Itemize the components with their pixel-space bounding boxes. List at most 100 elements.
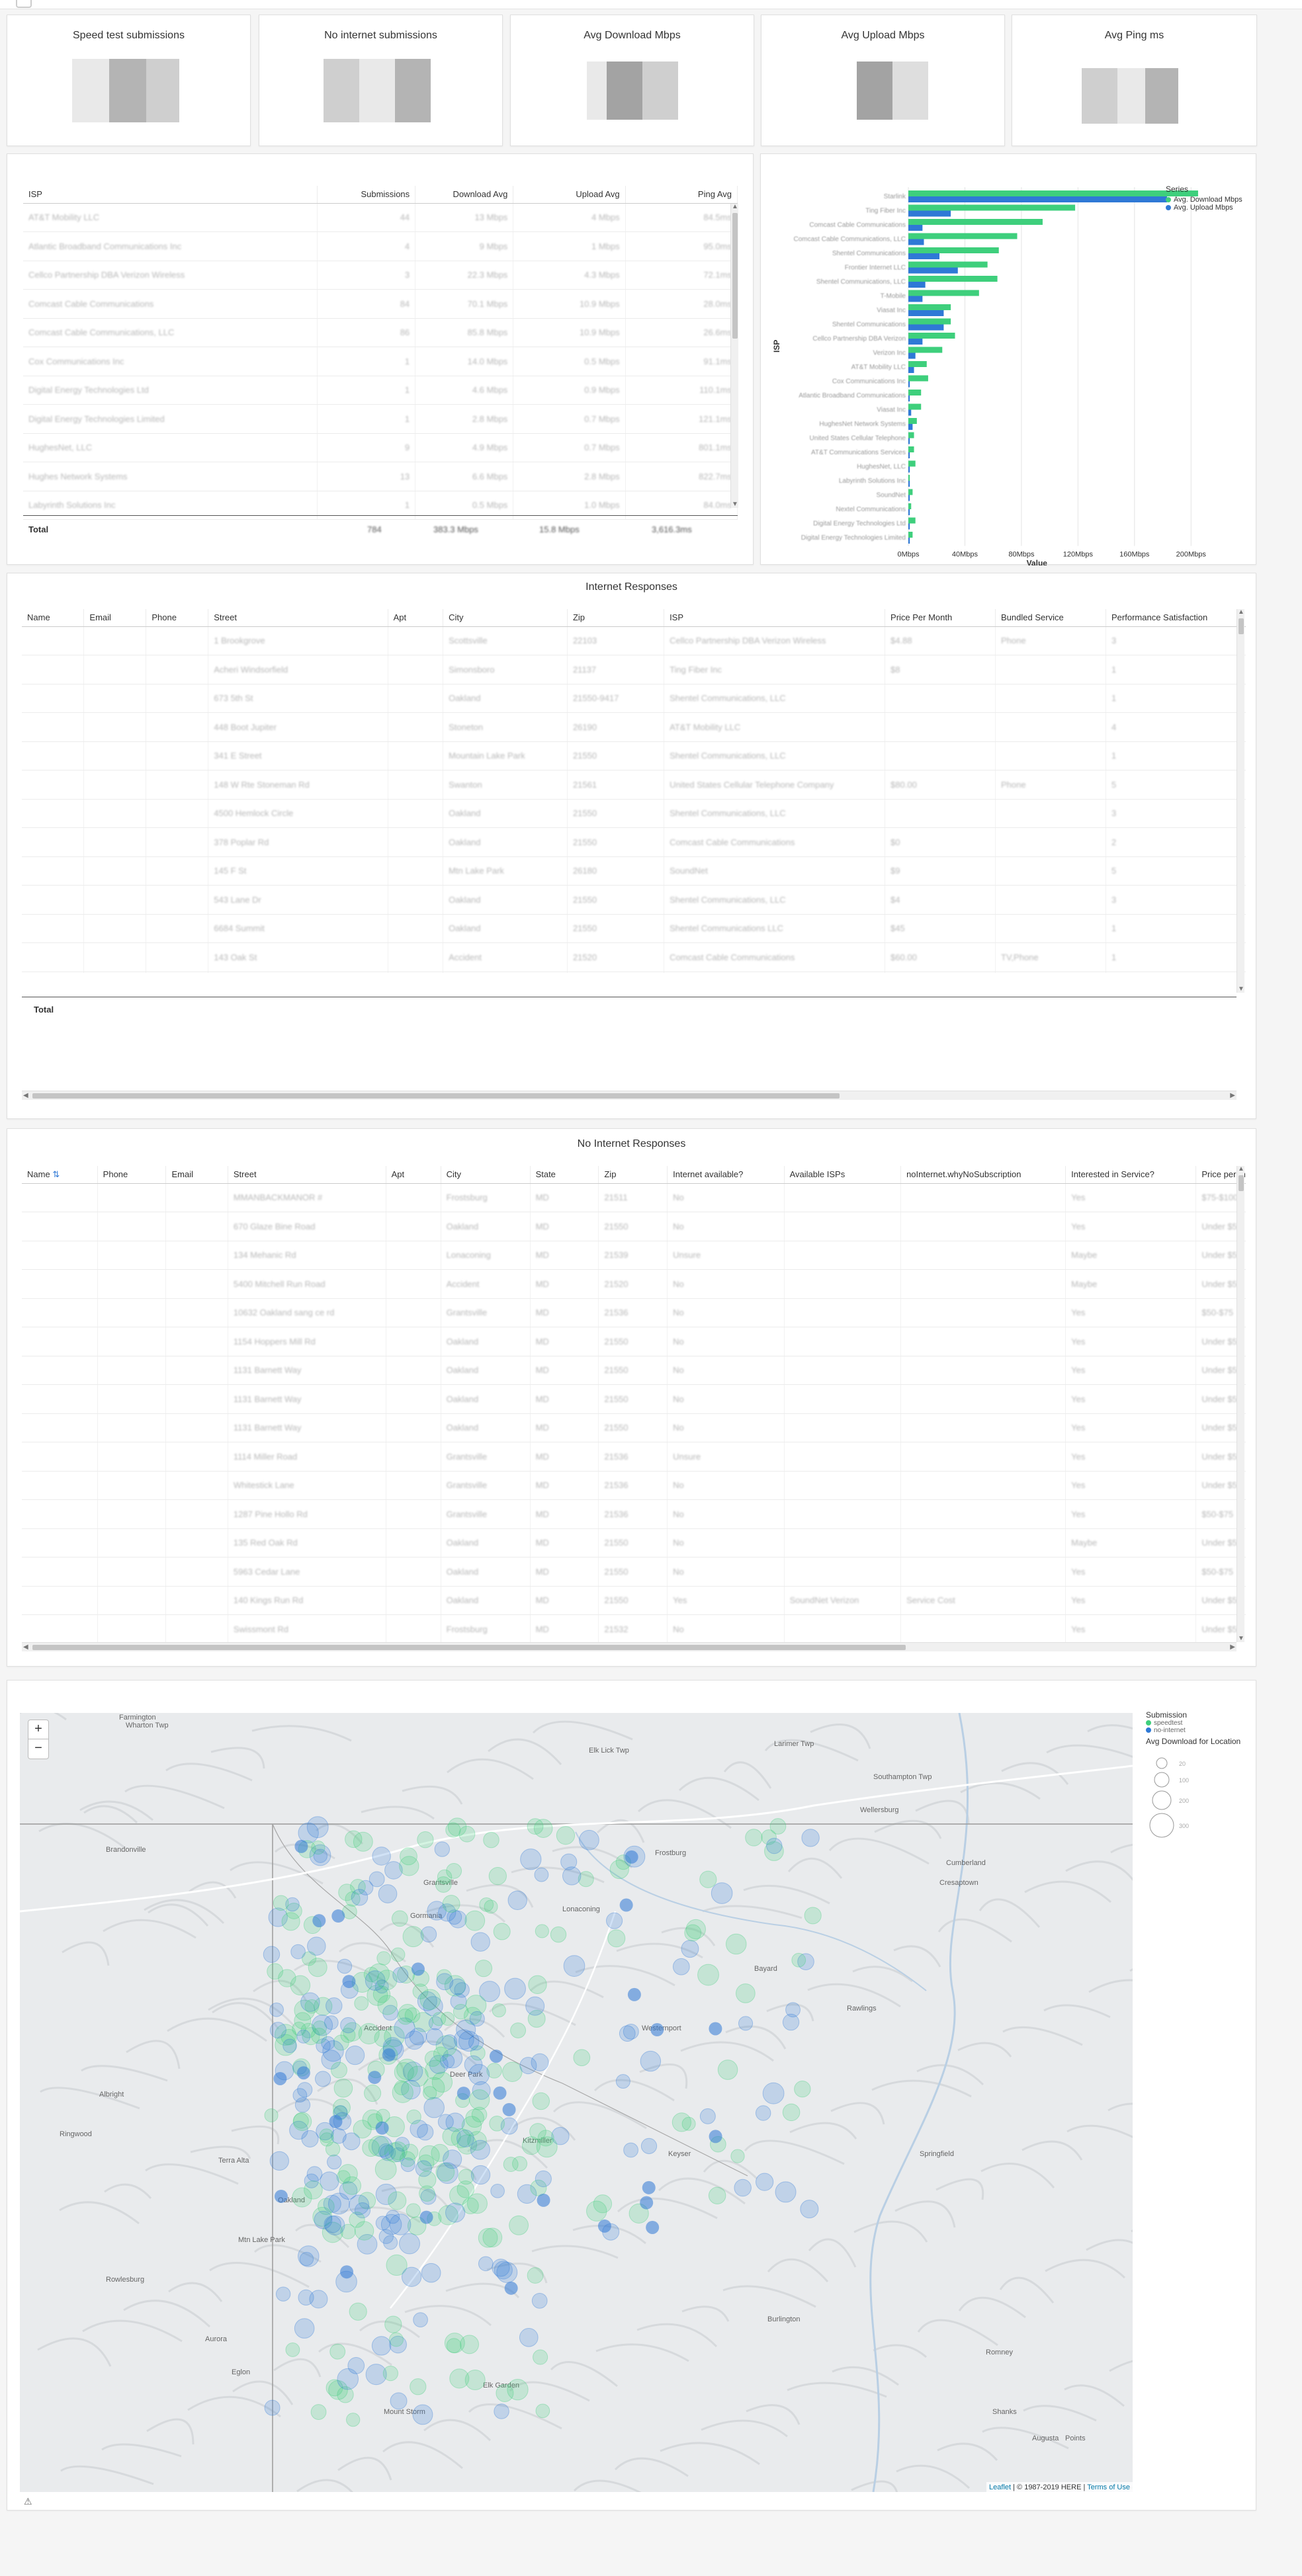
bar-upload[interactable] (908, 225, 923, 231)
scroll-down-icon[interactable]: ▼ (732, 501, 738, 508)
table-row[interactable]: 5963 Cedar Lane Oakland MD 21550 No Yes $50-$7… (22, 1557, 1246, 1587)
table-row[interactable]: 145 F StMtn Lake Park26180SoundNet$955 (22, 856, 1246, 886)
bar-upload[interactable] (908, 523, 910, 530)
column-header[interactable]: Download Avg (415, 186, 514, 204)
column-header[interactable]: State (530, 1166, 599, 1184)
bar-upload[interactable] (908, 538, 910, 544)
scroll-down-icon[interactable]: ▼ (1238, 1636, 1244, 1642)
isp-table-scrollbar[interactable]: ▲ ▼ (730, 204, 738, 508)
column-header[interactable]: ISP (664, 609, 886, 627)
column-header[interactable]: Email (165, 1166, 228, 1184)
column-header[interactable]: Phone (146, 609, 209, 627)
scroll-up-icon[interactable]: ▲ (1238, 609, 1244, 616)
bar-upload[interactable] (908, 282, 926, 288)
bar-download[interactable] (908, 233, 1018, 239)
bar-upload[interactable] (908, 395, 910, 401)
column-header[interactable]: Price Per Month (885, 609, 996, 627)
legend-item-no-internet[interactable]: no-internet (1146, 1727, 1240, 1734)
column-header[interactable]: Zip (598, 1166, 668, 1184)
table-row[interactable]: Digital Energy Technologies Limited 1 2.8 … (23, 404, 738, 434)
column-header[interactable]: Name (22, 609, 85, 627)
bar-download[interactable] (908, 361, 927, 367)
scroll-up-icon[interactable]: ▲ (1238, 1166, 1244, 1173)
bar-download[interactable] (908, 390, 922, 395)
no-internet-vscroll[interactable]: ▲ ▼ (1237, 1166, 1244, 1642)
bar-upload[interactable] (908, 466, 910, 473)
bar-download[interactable] (908, 247, 999, 253)
bar-upload[interactable] (908, 253, 939, 259)
scroll-up-icon[interactable]: ▲ (732, 204, 738, 210)
table-row[interactable]: 10632 Oakland sang ce rd Grantsville MD 215… (22, 1298, 1246, 1327)
bar-download[interactable] (908, 261, 988, 268)
submissions-map[interactable]: Farmington Wharton Twp Elk Lick Twp Larimer… (20, 1713, 1133, 2492)
bar-upload[interactable] (908, 210, 951, 217)
table-row[interactable]: Comcast Cable Communications, LLC 86 85.8 … (23, 318, 738, 347)
column-header[interactable]: noInternet.whyNoSubscription (900, 1166, 1066, 1184)
table-row[interactable]: 1 Brookgrove Scottsville 22103 Cellco Partn… (22, 626, 1246, 655)
bar-download[interactable] (908, 460, 916, 467)
bar-download[interactable] (908, 204, 1076, 211)
table-row[interactable]: 148 W Rte Stoneman Rd Swanton 21561 United … (22, 770, 1246, 800)
table-row[interactable]: Hughes Network Systems 13 6.6 Mbps 2.8 Mbps… (23, 462, 738, 491)
table-row[interactable]: Acheri Windsorfield Simonsboro 21137 Ting F… (22, 655, 1246, 685)
table-row[interactable]: 6684 Summit Oakland 21550 Shentel Communica… (22, 914, 1246, 943)
bar-upload[interactable] (908, 353, 916, 359)
table-row[interactable]: 1287 Pine Hollo Rd Grantsville MD 21536 No Ye… (22, 1499, 1246, 1529)
bar-upload[interactable] (908, 367, 914, 373)
bar-download[interactable] (908, 276, 998, 282)
bar-download[interactable] (908, 347, 943, 353)
table-row[interactable]: 1131 Barnett Way Oakland MD 21550 No Yes Under… (22, 1356, 1246, 1385)
bar-download[interactable] (908, 517, 916, 524)
bar-upload[interactable] (908, 495, 910, 501)
scroll-left-icon[interactable]: ◀ (23, 1644, 28, 1651)
column-header[interactable]: City (441, 1166, 531, 1184)
bar-download[interactable] (908, 432, 914, 438)
scroll-thumb[interactable] (732, 213, 738, 339)
table-row[interactable]: 1131 Barnett Way Oakland MD 21550 No Yes Under… (22, 1384, 1246, 1414)
bar-download[interactable] (908, 190, 1198, 196)
bar-upload[interactable] (908, 239, 924, 245)
zoom-out-button[interactable]: − (28, 1739, 49, 1759)
column-header[interactable]: Available ISPs (784, 1166, 902, 1184)
bar-download[interactable] (908, 446, 914, 452)
bar-upload[interactable] (908, 324, 944, 331)
scroll-thumb[interactable] (1238, 1175, 1244, 1191)
table-row[interactable]: AT&T Mobility LLC 44 13 Mbps 4 Mbps 84.5ms (23, 203, 738, 232)
bar-upload[interactable] (908, 196, 1167, 202)
table-row[interactable]: Cellco Partnership DBA Verizon Wireless 3… (23, 261, 738, 290)
column-header[interactable]: Phone (97, 1166, 167, 1184)
table-row[interactable]: 4500 Hemlock Circle Oakland 21550 Shentel C… (22, 799, 1246, 828)
terms-link[interactable]: Terms of Use (1087, 2483, 1130, 2491)
column-header[interactable]: Interested in Service? (1065, 1166, 1197, 1184)
scroll-down-icon[interactable]: ▼ (1238, 986, 1244, 993)
scroll-thumb[interactable] (32, 1093, 840, 1099)
table-row[interactable]: Digital Energy Technologies Ltd 1 4.6 Mbps… (23, 376, 738, 405)
sort-icon[interactable]: ⇅ (52, 1169, 60, 1179)
legend-item-speedtest[interactable]: speedtest (1146, 1720, 1240, 1727)
bar-download[interactable] (908, 375, 928, 382)
table-row[interactable]: 341 E Street Mountain Lake Park 21550 Shent… (22, 741, 1246, 770)
bar-download[interactable] (908, 489, 913, 495)
column-header[interactable]: Submissions (317, 186, 416, 204)
bar-upload[interactable] (908, 310, 944, 316)
bar-upload[interactable] (908, 296, 923, 302)
bar-download[interactable] (908, 318, 951, 325)
table-row[interactable]: 145 Oak Street Accident21520Comcast Cable… (22, 972, 1246, 973)
internet-responses-hscroll[interactable]: ◀ ▶ (22, 1091, 1237, 1100)
bar-download[interactable] (908, 333, 955, 339)
table-row[interactable]: 673 5th St Oakland 21550-9417 Shentel Commu… (22, 684, 1246, 713)
column-header[interactable]: Ping Avg (625, 186, 738, 204)
table-row[interactable]: 5400 Mitchell Run Road Accident MD 21520 No M… (22, 1269, 1246, 1299)
column-header[interactable]: Internet available? (667, 1166, 785, 1184)
bar-download[interactable] (908, 403, 922, 410)
bar-download[interactable] (908, 475, 910, 481)
bar-download[interactable] (908, 219, 1043, 225)
leaflet-link[interactable]: Leaflet (989, 2483, 1011, 2491)
column-header[interactable]: Zip (567, 609, 665, 627)
bar-upload[interactable] (908, 424, 913, 430)
bar-upload[interactable] (908, 438, 910, 444)
bar-upload[interactable] (908, 452, 910, 458)
table-row[interactable]: Swissmont Rd Frostsburg MD 21532 No Yes Under … (22, 1614, 1246, 1642)
column-header[interactable]: Apt (386, 1166, 441, 1184)
column-header[interactable]: ISP (23, 186, 318, 204)
